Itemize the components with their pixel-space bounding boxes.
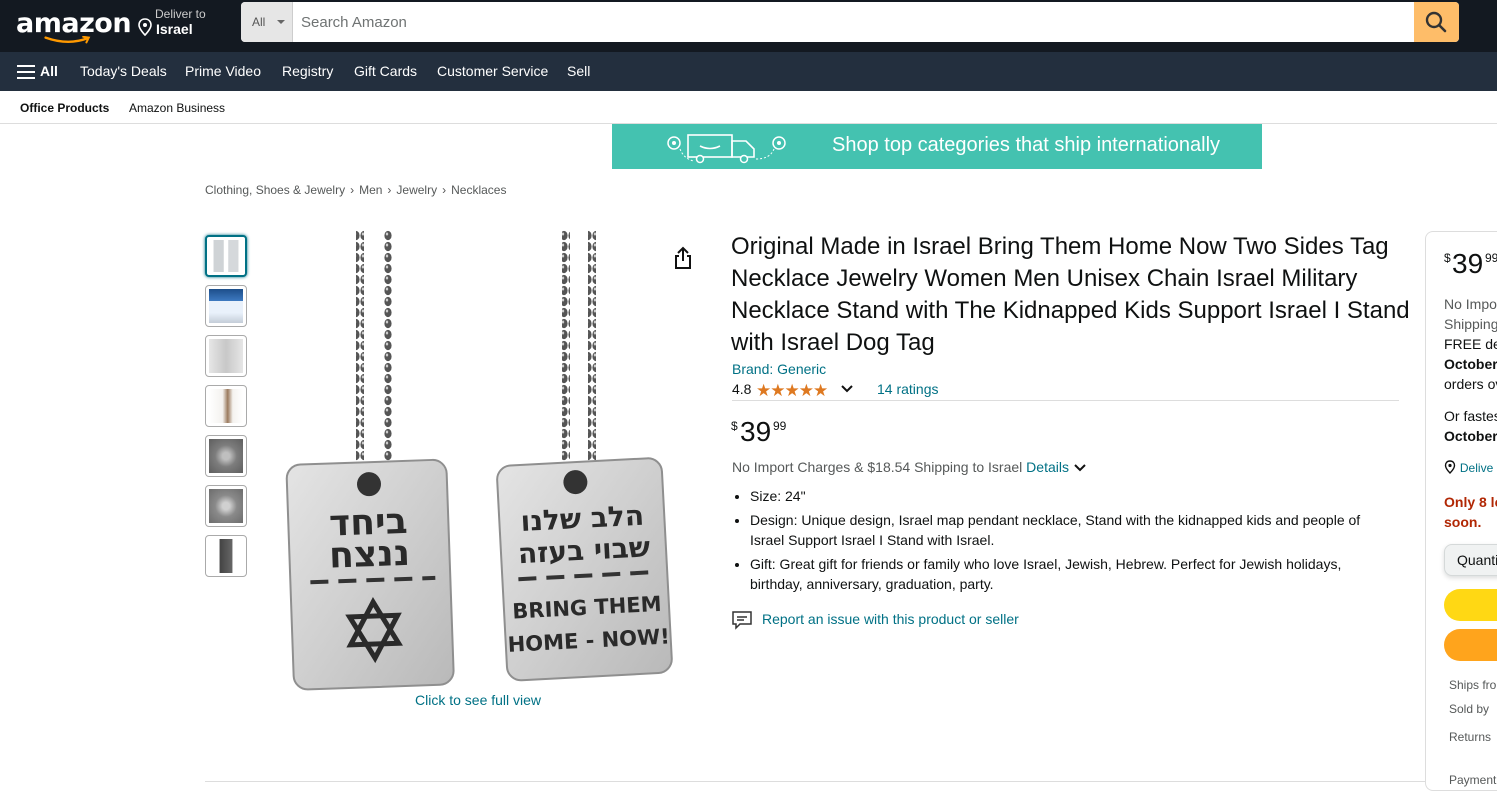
deliver-label: Deliver to — [155, 7, 206, 21]
search-input[interactable] — [293, 2, 1414, 42]
location-pin-icon — [138, 18, 152, 36]
nav-item-prime-video[interactable]: Prime Video — [185, 63, 261, 79]
buybox-ships-from: Ships fro — [1449, 678, 1497, 692]
breadcrumb-jewelry[interactable]: Jewelry — [396, 183, 437, 197]
rating-value: 4.8 — [732, 381, 752, 397]
full-view-link[interactable]: Click to see full view — [415, 692, 541, 708]
dog-tag-image: ביחד ננצח הלב שלנו שבוי בעזה BRING THEM … — [285, 230, 673, 691]
search-bar: All — [241, 2, 1459, 42]
thumbnail-5[interactable] — [205, 435, 247, 477]
breadcrumb: Clothing, Shoes & Jewelry › Men › Jewelry › Ne… — [205, 183, 506, 197]
quantity-dropdown[interactable]: Quanti — [1444, 544, 1497, 576]
logo-text: amazon — [16, 8, 132, 39]
subnav-amazon-business[interactable]: Amazon Business — [129, 101, 225, 115]
buybox-fastest: Or fastes — [1444, 408, 1497, 424]
bullet-gift: Gift: Great gift for friends or family w… — [750, 554, 1390, 594]
bullet-design: Design: Unique design, Israel map pendan… — [750, 510, 1390, 550]
buybox-price-whole: 39 — [1452, 248, 1484, 279]
divider — [732, 400, 1399, 401]
buybox-fastest-date: October — [1444, 428, 1497, 444]
add-to-cart-button[interactable] — [1444, 589, 1497, 621]
nav-item-todays-deals[interactable]: Today's Deals — [80, 63, 167, 79]
thumbnail-6[interactable] — [205, 485, 247, 527]
buybox-delivery-date: October — [1444, 356, 1497, 372]
price-symbol: $ — [731, 419, 738, 433]
search-category-dropdown[interactable]: All — [241, 2, 293, 42]
buybox-deliver-link: Delive — [1459, 461, 1494, 475]
tag-left-line2: ננצח — [328, 533, 410, 577]
feature-bullets: Size: 24" Design: Unique design, Israel … — [750, 486, 1390, 598]
logo-smile-icon — [44, 36, 91, 44]
buy-now-button[interactable] — [1444, 629, 1497, 661]
thumbnail-1[interactable] — [205, 235, 247, 277]
bullet-size: Size: 24" — [750, 486, 1390, 506]
buybox-returns: Returns — [1449, 730, 1492, 744]
share-icon[interactable] — [673, 246, 693, 270]
nav-all-label: All — [40, 63, 58, 79]
buybox-price-symbol: $ — [1444, 251, 1451, 265]
breadcrumb-separator: › — [442, 183, 447, 197]
tag-right-line2: שבוי בעזה — [517, 530, 651, 570]
banner-text: Shop top categories that ship internatio… — [832, 134, 1221, 156]
amazon-logo[interactable]: amazon — [16, 6, 132, 46]
thumbnail-2[interactable] — [205, 285, 247, 327]
search-button[interactable] — [1414, 2, 1459, 42]
buybox-sold-by: Sold by — [1449, 702, 1490, 716]
ratings-count-link[interactable]: 14 ratings — [877, 381, 938, 397]
buybox-import-charges: No Impo — [1444, 296, 1497, 312]
buybox-stock-line1: Only 8 le — [1444, 494, 1497, 510]
price-fraction: 99 — [773, 419, 787, 433]
sub-navbar: Office Products Amazon Business — [0, 91, 1497, 124]
buybox-deliver-to[interactable]: Delive — [1444, 459, 1493, 475]
chevron-down-icon[interactable] — [1073, 463, 1087, 473]
breadcrumb-separator: › — [387, 183, 392, 197]
hamburger-icon — [17, 65, 35, 79]
main-product-image[interactable]: ביחד ננצח הלב שלנו שבוי בעזה BRING THEM … — [280, 230, 680, 695]
buybox-shipping: Shipping — [1444, 316, 1497, 332]
report-issue-link: Report an issue with this product or sel… — [762, 611, 1019, 627]
shipping-details-link[interactable]: Details — [1026, 459, 1069, 475]
quantity-label: Quanti — [1457, 552, 1497, 568]
delivery-truck-icon — [667, 134, 786, 164]
nav-item-sell[interactable]: Sell — [567, 63, 590, 79]
buybox-free-delivery: FREE del — [1444, 336, 1497, 352]
chevron-down-icon[interactable] — [840, 383, 854, 395]
price-whole: 39 — [740, 416, 772, 447]
top-navbar: amazon Deliver to Israel All — [0, 0, 1497, 52]
buybox-price-fraction: 99 — [1485, 251, 1497, 265]
buy-box: $ 39 99 No Impo Shipping FREE del Octobe… — [1425, 231, 1497, 791]
main-navbar: All Today's Deals Prime Video Registry G… — [0, 52, 1497, 91]
buybox-orders-over: orders ov — [1444, 376, 1497, 392]
star-rating-icon[interactable]: ★★★★★ — [756, 381, 828, 401]
location-pin-icon — [1444, 460, 1456, 474]
breadcrumb-separator: › — [350, 183, 355, 197]
breadcrumb-clothing[interactable]: Clothing, Shoes & Jewelry — [205, 183, 345, 197]
thumbnail-4[interactable] — [205, 385, 247, 427]
subnav-office-products[interactable]: Office Products — [20, 101, 109, 115]
chevron-down-icon — [277, 20, 285, 24]
nav-item-customer-service[interactable]: Customer Service — [437, 63, 548, 79]
buybox-stock-line2: soon. — [1444, 514, 1482, 530]
nav-item-registry[interactable]: Registry — [282, 63, 333, 79]
shipping-text: No Import Charges & $18.54 Shipping to I… — [732, 459, 1023, 475]
shipping-promo-banner[interactable]: Shop top categories that ship internatio… — [612, 124, 1262, 169]
shipping-info: No Import Charges & $18.54 Shipping to I… — [732, 459, 1087, 475]
search-category-label: All — [252, 15, 266, 29]
nav-item-gift-cards[interactable]: Gift Cards — [354, 63, 417, 79]
divider — [205, 781, 1425, 782]
brand-link[interactable]: Brand: Generic — [732, 361, 826, 377]
breadcrumb-men[interactable]: Men — [359, 183, 382, 197]
thumbnail-7[interactable] — [205, 535, 247, 577]
report-flag-icon — [732, 611, 752, 630]
search-icon — [1425, 11, 1447, 33]
breadcrumb-necklaces[interactable]: Necklaces — [451, 183, 506, 197]
product-title: Original Made in Israel Bring Them Home … — [731, 233, 1410, 356]
thumbnail-3[interactable] — [205, 335, 247, 377]
deliver-location: Israel — [156, 21, 193, 37]
